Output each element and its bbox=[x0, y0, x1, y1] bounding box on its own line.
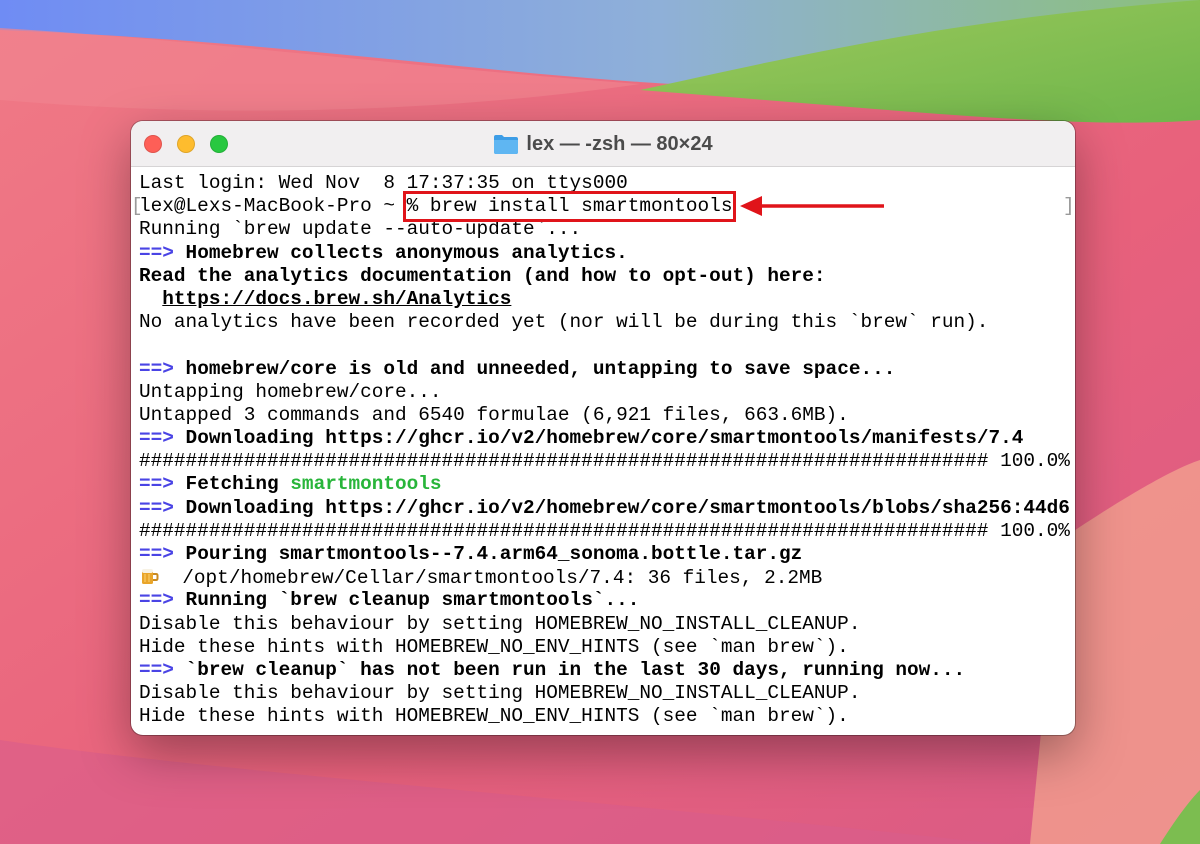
shell-prompt: lex@Lexs-MacBook-Pro ~ bbox=[139, 195, 407, 218]
terminal-line: Read the analytics documentation (and ho… bbox=[139, 265, 1069, 288]
terminal-line-text: ########################################… bbox=[139, 450, 1070, 473]
terminal-line-text: Running `brew update --auto-update`... bbox=[139, 218, 582, 241]
terminal-line-text: Pouring smartmontools--7.4.arm64_sonoma.… bbox=[173, 543, 803, 565]
formula-name: smartmontools bbox=[290, 473, 442, 496]
terminal-line: ==> Fetching smartmontools bbox=[139, 473, 1069, 496]
terminal-line: [lex@Lexs-MacBook-Pro ~ % brew install s… bbox=[131, 191, 1075, 223]
terminal-line: ==> Running `brew cleanup smartmontools`… bbox=[139, 589, 1069, 612]
terminal-line: ==> Downloading https://ghcr.io/v2/homeb… bbox=[139, 427, 1069, 450]
window-title: lex — -zsh — 80×24 bbox=[131, 121, 1075, 167]
arrow-prefix: ==> bbox=[139, 357, 174, 380]
title-bar[interactable]: lex — -zsh — 80×24 bbox=[131, 121, 1075, 167]
mark-bracket-right: ] bbox=[1063, 195, 1075, 218]
terminal-line: https://docs.brew.sh/Analytics bbox=[139, 288, 1069, 311]
terminal-line: Disable this behaviour by setting HOMEBR… bbox=[139, 613, 1069, 636]
highlighted-command: % brew install smartmontools bbox=[402, 191, 737, 223]
terminal-line: No analytics have been recorded yet (nor… bbox=[139, 311, 1069, 334]
terminal-line-text: Last login: Wed Nov 8 17:37:35 on ttys00… bbox=[139, 172, 628, 194]
terminal-line: ==> homebrew/core is old and unneeded, u… bbox=[139, 358, 1069, 381]
terminal-line-text: ########################################… bbox=[139, 519, 1070, 542]
terminal-line-text: No analytics have been recorded yet (nor… bbox=[139, 311, 989, 334]
terminal-window[interactable]: lex — -zsh — 80×24 Last login: Wed Nov 8… bbox=[131, 121, 1075, 735]
terminal-line-text: Untapped 3 commands and 6540 formulae (6… bbox=[139, 403, 849, 426]
terminal-line-text: Read the analytics documentation (and ho… bbox=[139, 264, 826, 287]
window-title-text: lex — -zsh — 80×24 bbox=[526, 132, 713, 155]
terminal-line: ==> Homebrew collects anonymous analytic… bbox=[139, 242, 1069, 265]
terminal-line-text: Hide these hints with HOMEBREW_NO_ENV_HI… bbox=[139, 635, 849, 658]
arrow-prefix: ==> bbox=[139, 241, 174, 264]
terminal-line-text: Fetching bbox=[173, 473, 291, 496]
arrow-prefix: ==> bbox=[139, 589, 174, 612]
terminal-line-text: Downloading https://ghcr.io/v2/homebrew/… bbox=[173, 427, 1024, 450]
terminal-line: ==> Downloading https://ghcr.io/v2/homeb… bbox=[139, 496, 1070, 520]
arrow-prefix: ==> bbox=[139, 658, 174, 681]
terminal-line: ==> Pouring smartmontools--7.4.arm64_son… bbox=[139, 543, 1069, 566]
terminal-line: Hide these hints with HOMEBREW_NO_ENV_HI… bbox=[139, 705, 1069, 728]
arrow-prefix: ==> bbox=[139, 543, 174, 565]
terminal-line-text: Disable this behaviour by setting HOMEBR… bbox=[139, 682, 861, 705]
arrow-prefix: ==> bbox=[139, 427, 174, 450]
terminal-line: /opt/homebrew/Cellar/smartmontools/7.4: … bbox=[139, 566, 1069, 589]
beer-mug-icon bbox=[142, 569, 159, 585]
terminal-line-text: `brew cleanup` has not been run in the l… bbox=[173, 658, 966, 681]
folder-icon bbox=[494, 135, 519, 154]
terminal-line: Hide these hints with HOMEBREW_NO_ENV_HI… bbox=[139, 636, 1069, 659]
terminal-line-text: Disable this behaviour by setting HOMEBR… bbox=[139, 612, 861, 635]
terminal-line: Untapping homebrew/core... bbox=[139, 381, 1069, 404]
terminal-line: ########################################… bbox=[139, 450, 1070, 473]
terminal-output[interactable]: Last login: Wed Nov 8 17:37:35 on ttys00… bbox=[131, 172, 1075, 729]
terminal-line-text: /opt/homebrew/Cellar/smartmontools/7.4: … bbox=[159, 567, 823, 590]
analytics-link[interactable]: https://docs.brew.sh/Analytics bbox=[162, 288, 511, 310]
mark-bracket-left: [ bbox=[131, 195, 143, 218]
terminal-line: Untapped 3 commands and 6540 formulae (6… bbox=[139, 404, 1069, 427]
arrow-prefix: ==> bbox=[139, 496, 174, 519]
terminal-line-text: Homebrew collects anonymous analytics. bbox=[173, 241, 628, 264]
arrow-prefix: ==> bbox=[139, 473, 174, 496]
terminal-line-text: homebrew/core is old and unneeded, untap… bbox=[173, 357, 896, 380]
terminal-line-text: Untapping homebrew/core... bbox=[139, 380, 442, 403]
annotation-arrow bbox=[740, 196, 884, 216]
terminal-line-text: Hide these hints with HOMEBREW_NO_ENV_HI… bbox=[139, 705, 849, 728]
terminal-line: Running `brew update --auto-update`... bbox=[139, 218, 1069, 241]
terminal-line-text: Running `brew cleanup smartmontools`... bbox=[173, 589, 640, 612]
terminal-line: Last login: Wed Nov 8 17:37:35 on ttys00… bbox=[139, 172, 1069, 195]
terminal-line: ########################################… bbox=[139, 519, 1070, 543]
terminal-line: Disable this behaviour by setting HOMEBR… bbox=[139, 682, 1069, 705]
terminal-line-text: Downloading https://ghcr.io/v2/homebrew/… bbox=[173, 496, 1070, 519]
terminal-line: ==> `brew cleanup` has not been run in t… bbox=[139, 659, 1069, 682]
